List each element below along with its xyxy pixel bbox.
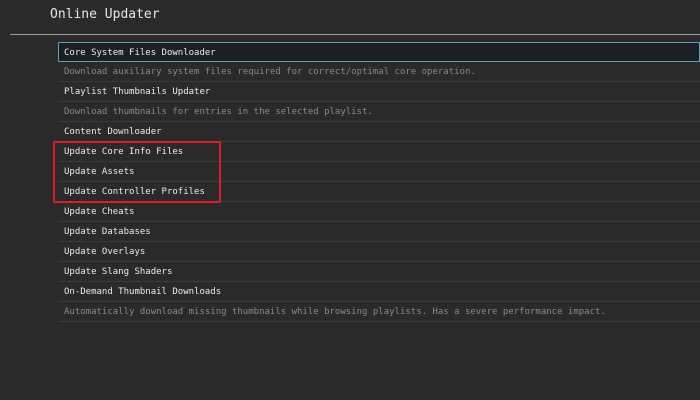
header-divider xyxy=(10,34,700,35)
menu-item-description: Automatically download missing thumbnail… xyxy=(58,302,700,322)
menu-item-update-cheats[interactable]: Update Cheats xyxy=(58,202,700,222)
page-title: Online Updater xyxy=(50,7,160,22)
menu-item-core-system-files-downloader[interactable]: Core System Files Downloader xyxy=(58,42,700,62)
annotation-highlight-box xyxy=(53,141,221,203)
menu-item-update-databases[interactable]: Update Databases xyxy=(58,222,700,242)
menu-item-description: Download thumbnails for entries in the s… xyxy=(58,102,700,122)
menu-item-description: Download auxiliary system files required… xyxy=(58,62,700,82)
menu-item-update-slang-shaders[interactable]: Update Slang Shaders xyxy=(58,262,700,282)
menu-item-on-demand-thumbnail-downloads[interactable]: On-Demand Thumbnail Downloads xyxy=(58,282,700,302)
menu-item-update-overlays[interactable]: Update Overlays xyxy=(58,242,700,262)
menu-item-playlist-thumbnails-updater[interactable]: Playlist Thumbnails Updater xyxy=(58,82,700,102)
menu-item-content-downloader[interactable]: Content Downloader xyxy=(58,122,700,142)
